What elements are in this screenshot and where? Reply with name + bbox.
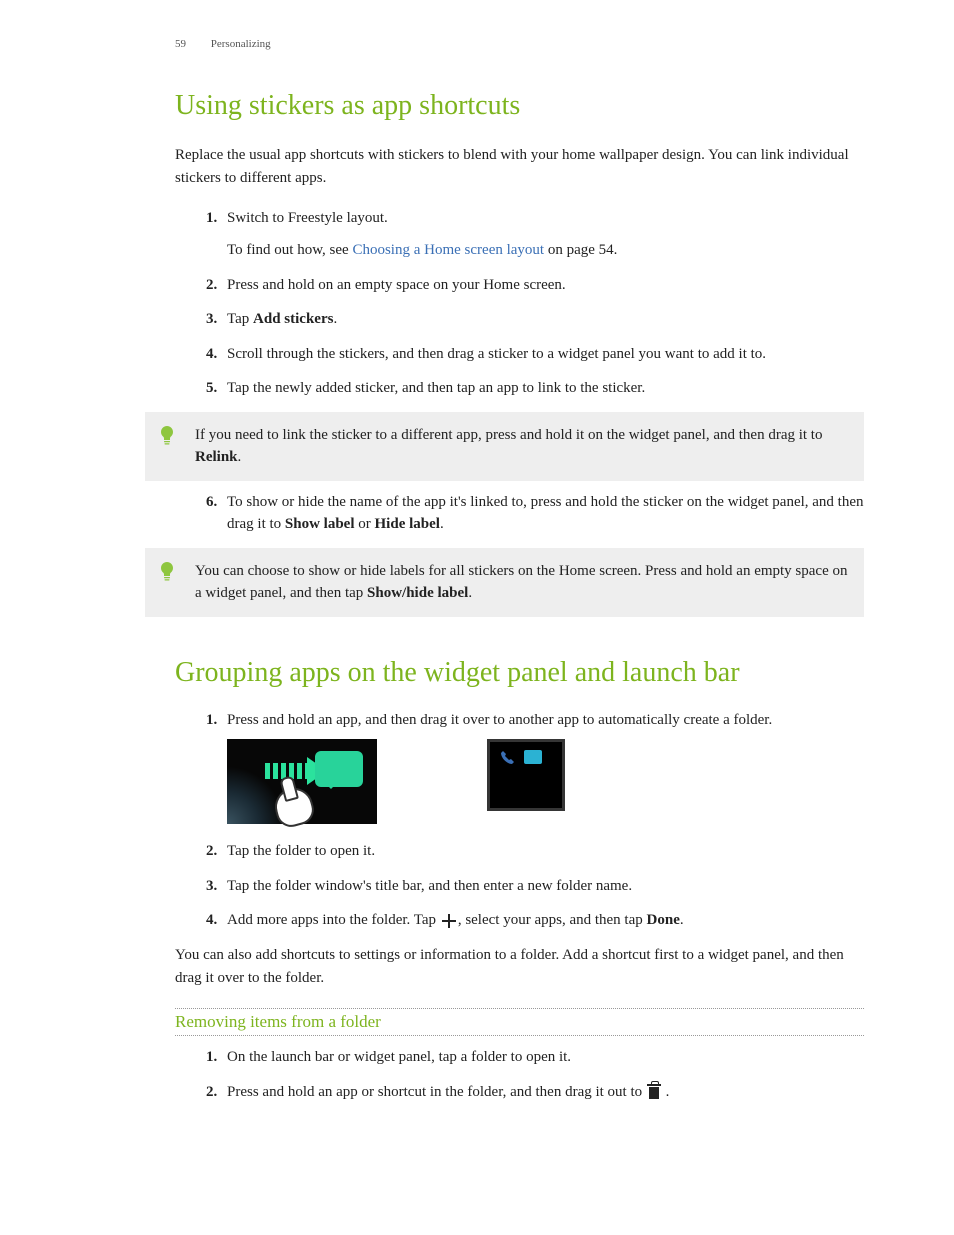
- figure-drag-app: [227, 739, 377, 824]
- heading-using-stickers: Using stickers as app shortcuts: [175, 90, 864, 122]
- step-1: On the launch bar or widget panel, tap a…: [221, 1046, 864, 1069]
- text: .: [468, 585, 472, 601]
- intro-paragraph: Replace the usual app shortcuts with sti…: [175, 144, 864, 191]
- text: Add more apps into the folder. Tap: [227, 912, 440, 928]
- steps-list-2: Press and hold an app, and then drag it …: [199, 709, 864, 932]
- plus-icon: [442, 914, 456, 928]
- step-1-sub: To find out how, see Choosing a Home scr…: [227, 239, 864, 262]
- tip-relink: If you need to link the sticker to a dif…: [145, 412, 864, 481]
- text: To find out how, see: [227, 242, 352, 258]
- text: .: [662, 1084, 670, 1100]
- page-number: 59: [175, 38, 186, 50]
- tip-text: You can choose to show or hide labels fo…: [195, 560, 850, 605]
- bold-show-hide-label: Show/hide label: [367, 585, 468, 601]
- step-3: Tap Add stickers.: [221, 308, 864, 331]
- section-name: Personalizing: [211, 38, 271, 50]
- step-1: Press and hold an app, and then drag it …: [221, 709, 864, 825]
- bold-hide-label: Hide label: [375, 516, 440, 532]
- link-choosing-layout[interactable]: Choosing a Home screen layout: [352, 242, 544, 258]
- step-2: Press and hold an app or shortcut in the…: [221, 1081, 864, 1104]
- text: .: [333, 311, 337, 327]
- subheading-removing-items: Removing items from a folder: [175, 1008, 864, 1036]
- text: or: [355, 516, 375, 532]
- step-text: Press and hold an app, and then drag it …: [227, 712, 772, 728]
- steps-list-1: Switch to Freestyle layout. To find out …: [199, 207, 864, 400]
- lightbulb-icon: [159, 426, 181, 454]
- text: You can choose to show or hide labels fo…: [195, 563, 848, 602]
- text: , select your apps, and then tap: [458, 912, 647, 928]
- tip-text: If you need to link the sticker to a dif…: [195, 424, 850, 469]
- lightbulb-icon: [159, 562, 181, 590]
- steps-list-3: On the launch bar or widget panel, tap a…: [199, 1046, 864, 1103]
- steps-list-1b: To show or hide the name of the app it's…: [199, 491, 864, 536]
- step-2: Press and hold on an empty space on your…: [221, 274, 864, 297]
- figure-row: [227, 739, 864, 824]
- step-5: Tap the newly added sticker, and then ta…: [221, 377, 864, 400]
- tip-show-hide-all: You can choose to show or hide labels fo…: [145, 548, 864, 617]
- bold-add-stickers: Add stickers: [253, 311, 333, 327]
- text: Press and hold an app or shortcut in the…: [227, 1084, 646, 1100]
- trash-icon: [648, 1085, 660, 1099]
- step-3: Tap the folder window's title bar, and t…: [221, 875, 864, 898]
- step-2: Tap the folder to open it.: [221, 840, 864, 863]
- text: on page 54.: [544, 242, 617, 258]
- text: If you need to link the sticker to a dif…: [195, 427, 822, 443]
- step-1: Switch to Freestyle layout. To find out …: [221, 207, 864, 262]
- bold-show-label: Show label: [285, 516, 355, 532]
- folder-shortcuts-paragraph: You can also add shortcuts to settings o…: [175, 944, 864, 991]
- bold-relink: Relink: [195, 449, 238, 465]
- figure-folder: [487, 739, 565, 811]
- step-4: Add more apps into the folder. Tap , sel…: [221, 909, 864, 932]
- text: Tap: [227, 311, 253, 327]
- text: .: [440, 516, 444, 532]
- page-header: 59 Personalizing: [175, 38, 864, 50]
- step-4: Scroll through the stickers, and then dr…: [221, 343, 864, 366]
- text: .: [238, 449, 242, 465]
- step-6: To show or hide the name of the app it's…: [221, 491, 864, 536]
- step-text: Switch to Freestyle layout.: [227, 210, 388, 226]
- bold-done: Done: [647, 912, 680, 928]
- heading-grouping-apps: Grouping apps on the widget panel and la…: [175, 657, 864, 689]
- text: .: [680, 912, 684, 928]
